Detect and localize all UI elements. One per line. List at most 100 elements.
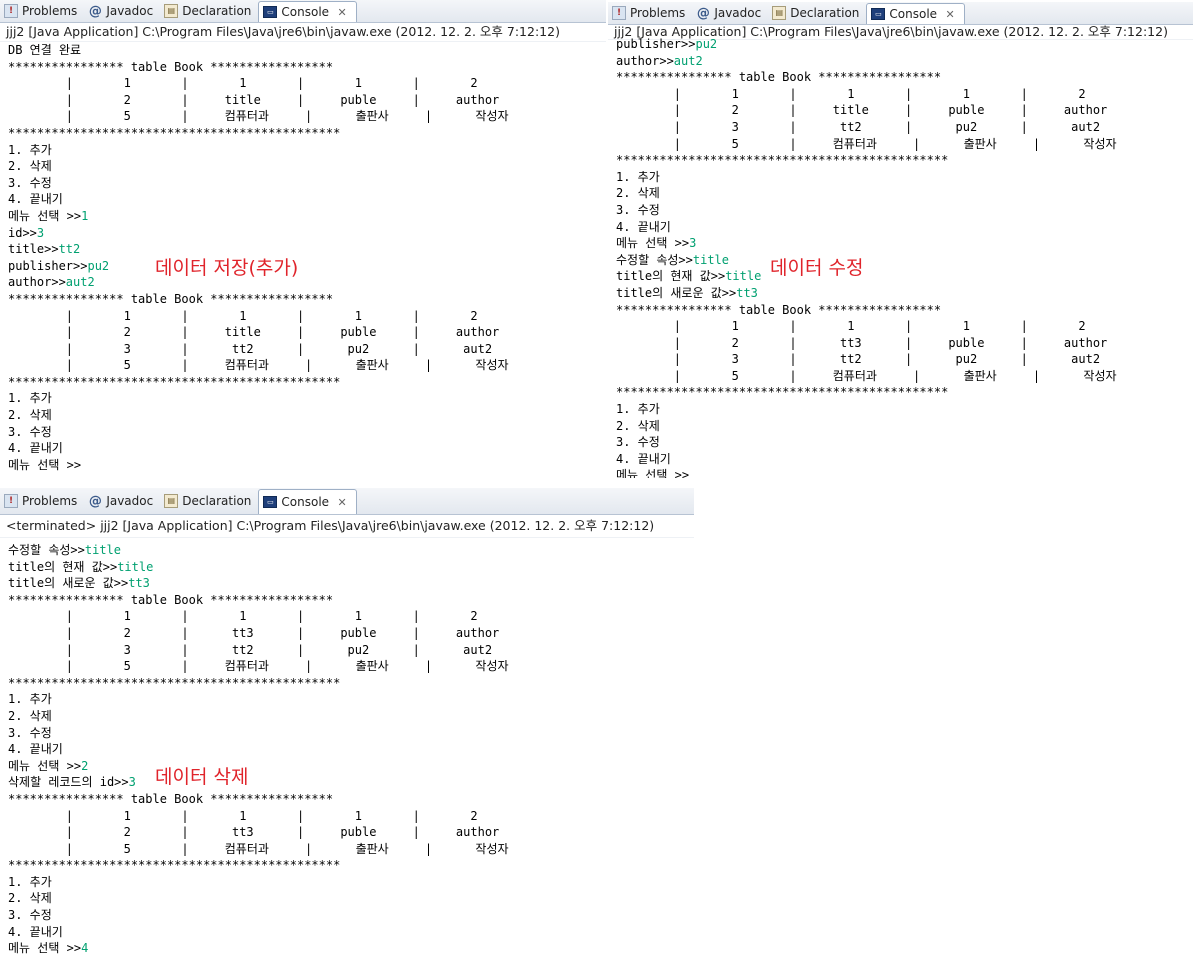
tab-console-label: Console [281, 5, 330, 19]
tab-problems[interactable]: ! Problems [0, 0, 84, 22]
close-icon[interactable]: ✕ [335, 495, 349, 509]
console-line: 4. 끝내기 [8, 192, 63, 207]
console-panel-delete: ! Problems @ Javadoc ▤ Declaration ▭ Console… [0, 488, 694, 977]
console-line: **************** table Book ************… [616, 302, 942, 317]
tab-console-label: Console [281, 495, 330, 509]
console-line: 3. 수정 [616, 202, 660, 217]
tab-javadoc-label: Javadoc [106, 4, 154, 18]
console-icon: ▭ [263, 6, 278, 18]
console-line: 1. 추가 [8, 692, 52, 707]
console-line: | 2 | title | puble | author [616, 103, 1108, 118]
tab-javadoc[interactable]: @ Javadoc [84, 0, 160, 22]
console-line: 1. 추가 [8, 142, 52, 157]
console-line: 1. 추가 [616, 169, 660, 184]
console-line: | 5 | 컴퓨터과 | 출판사 | 작성자 [616, 368, 1117, 383]
console-line: title의 새로운 값>>tt3 [616, 285, 758, 300]
console-line: title의 현재 값>>title [8, 559, 154, 574]
javadoc-icon: @ [88, 3, 102, 19]
console-line: 수정할 속성>>title [8, 543, 121, 557]
console-line: 2. 삭제 [8, 708, 52, 723]
console-panel-add: ! Problems @ Javadoc ▤ Declaration ▭ Console… [0, 0, 606, 477]
problems-icon: ! [4, 494, 18, 508]
console-line: 메뉴 선택 >>1 [8, 208, 89, 223]
close-icon[interactable]: ✕ [335, 5, 349, 19]
console-line: 메뉴 선택 >>3 [616, 236, 697, 251]
tab-declaration[interactable]: ▤ Declaration [768, 2, 866, 24]
console-status-line: jjj2 [Java Application] C:\Program Files… [0, 23, 606, 42]
tab-declaration-label: Declaration [790, 6, 860, 20]
close-icon[interactable]: ✕ [943, 7, 957, 21]
console-line: | 5 | 컴퓨터과 | 출판사 | 작성자 [8, 109, 509, 124]
console-line: 3. 수정 [616, 435, 660, 450]
console-line: | 5 | 컴퓨터과 | 출판사 | 작성자 [8, 841, 509, 856]
console-line: | 5 | 컴퓨터과 | 출판사 | 작성자 [8, 659, 509, 674]
problems-icon: ! [4, 4, 18, 18]
tab-declaration[interactable]: ▤ Declaration [160, 488, 258, 514]
tab-problems-label: Problems [630, 6, 686, 20]
console-line: ****************************************… [616, 385, 949, 400]
console-line: 삭제할 레코드의 id>>3 [8, 775, 136, 790]
console-line: | 3 | tt2 | pu2 | aut2 [616, 352, 1101, 367]
console-status-line: <terminated> jjj2 [Java Application] C:\… [0, 515, 694, 538]
javadoc-icon: @ [88, 493, 102, 509]
tab-problems[interactable]: ! Problems [608, 2, 692, 24]
tab-javadoc-label: Javadoc [714, 6, 762, 20]
annotation-add: 데이터 저장(추가) [155, 257, 299, 279]
console-line: 4. 끝내기 [8, 742, 63, 757]
declaration-icon: ▤ [164, 494, 179, 508]
declaration-icon: ▤ [772, 6, 787, 20]
console-panel-edit: ! Problems @ Javadoc ▤ Declaration ▭ Console… [608, 2, 1193, 478]
console-line: **************** table Book ************… [8, 592, 334, 607]
console-icon: ▭ [263, 496, 278, 508]
tab-console[interactable]: ▭ Console ✕ [866, 3, 966, 24]
console-line: 메뉴 선택 >>2 [8, 758, 89, 773]
console-line: author>>aut2 [616, 53, 703, 68]
console-output: publisher>>pu2 author>>aut2 **************… [608, 36, 1193, 478]
declaration-icon: ▤ [164, 4, 179, 18]
console-line: DB 연결 완료 [8, 43, 82, 57]
console-line: 2. 삭제 [616, 418, 660, 433]
console-line: 3. 수정 [8, 424, 52, 439]
console-line: 메뉴 선택 >> [616, 468, 690, 478]
console-line: 수정할 속성>>title [616, 252, 729, 267]
tab-console[interactable]: ▭ Console ✕ [258, 489, 358, 514]
console-line: 4. 끝내기 [616, 451, 671, 466]
console-line: **************** table Book ************… [8, 59, 334, 74]
console-line: | 3 | tt2 | pu2 | aut2 [8, 341, 493, 356]
tab-declaration-label: Declaration [182, 494, 252, 508]
javadoc-icon: @ [696, 5, 710, 21]
annotation-delete: 데이터 삭제 [155, 766, 249, 788]
console-output: DB 연결 완료 **************** table Book ****… [0, 42, 606, 473]
annotation-edit: 데이터 수정 [770, 257, 864, 279]
console-line: 메뉴 선택 >>4 [8, 941, 89, 956]
tab-javadoc[interactable]: @ Javadoc [692, 2, 768, 24]
console-line: 2. 삭제 [616, 186, 660, 201]
console-line: | 3 | tt2 | pu2 | aut2 [8, 642, 493, 657]
view-tab-bar: ! Problems @ Javadoc ▤ Declaration ▭ Console… [608, 2, 1193, 25]
tab-problems-label: Problems [22, 4, 78, 18]
console-line: publisher>>pu2 [8, 258, 110, 273]
console-line: title>>tt2 [8, 242, 81, 257]
tab-declaration-label: Declaration [182, 4, 252, 18]
console-line: id>>3 [8, 225, 45, 240]
console-line: ****************************************… [8, 858, 341, 873]
console-line: | 2 | title | puble | author [8, 325, 500, 340]
console-line: | 1 | 1 | 1 | 2 [8, 808, 478, 823]
tab-problems[interactable]: ! Problems [0, 488, 84, 514]
console-line: ****************************************… [616, 153, 949, 168]
console-line: title의 현재 값>>title [616, 269, 762, 284]
console-line: 4. 끝내기 [616, 219, 671, 234]
console-line: | 5 | 컴퓨터과 | 출판사 | 작성자 [616, 136, 1117, 151]
tab-javadoc-label: Javadoc [106, 494, 154, 508]
console-line: **************** table Book ************… [8, 791, 334, 806]
console-line: ****************************************… [8, 374, 341, 389]
console-line: | 1 | 1 | 1 | 2 [8, 609, 478, 624]
console-line: | 2 | tt3 | puble | author [8, 825, 500, 840]
tab-console[interactable]: ▭ Console ✕ [258, 1, 358, 22]
tab-console-label: Console [889, 7, 938, 21]
tab-javadoc[interactable]: @ Javadoc [84, 488, 160, 514]
console-line: | 5 | 컴퓨터과 | 출판사 | 작성자 [8, 358, 509, 373]
tab-declaration[interactable]: ▤ Declaration [160, 0, 258, 22]
console-line: 1. 추가 [8, 391, 52, 406]
console-line: 3. 수정 [8, 725, 52, 740]
